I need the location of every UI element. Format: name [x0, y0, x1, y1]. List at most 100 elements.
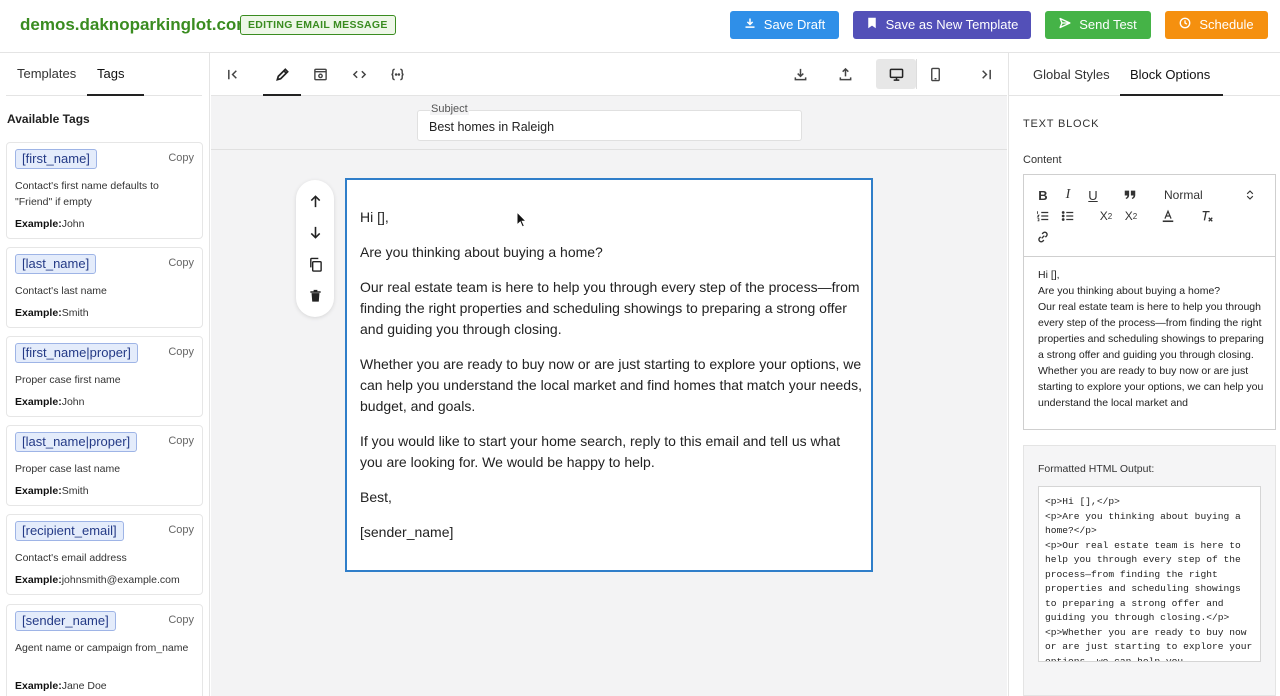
tag-example: Example:John [15, 218, 85, 230]
collapse-right-icon[interactable] [975, 64, 995, 84]
active-tab-indicator [1120, 94, 1223, 96]
bold-icon[interactable]: B [1034, 186, 1052, 204]
subject-area: Subject Best homes in Raleigh [211, 96, 1007, 150]
tag-description: Proper case last name [15, 463, 121, 475]
tag-chip: [first_name] [15, 149, 97, 169]
clear-format-icon[interactable] [1198, 207, 1216, 225]
subject-field[interactable]: Subject Best homes in Raleigh [417, 103, 802, 141]
save-draft-button[interactable]: Save Draft [730, 11, 839, 39]
email-paragraph: Are you thinking about buying a home? [360, 244, 603, 260]
email-paragraph: Best, [360, 489, 392, 505]
right-panel: Global Styles Block Options TEXT BLOCK C… [1008, 53, 1280, 696]
collapse-left-icon[interactable] [223, 64, 243, 84]
download-icon [744, 11, 756, 39]
send-test-label: Send Test [1079, 17, 1137, 32]
tag-card: [first_name|proper] Copy Proper case fir… [6, 336, 203, 417]
underline-icon[interactable]: U [1084, 186, 1102, 204]
send-icon [1059, 11, 1071, 39]
format-select-value: Normal [1164, 188, 1203, 202]
block-actions [296, 180, 334, 317]
format-select[interactable]: Normal [1164, 186, 1254, 204]
subject-value: Best homes in Raleigh [429, 120, 555, 134]
tag-card: [last_name] Copy Contact's last name Exa… [6, 247, 203, 328]
copy-tag-button[interactable]: Copy [168, 524, 194, 536]
clock-icon [1179, 11, 1191, 39]
italic-icon[interactable]: I [1059, 186, 1077, 204]
arrow-up-icon[interactable] [305, 191, 325, 211]
preview-icon[interactable] [310, 64, 330, 84]
tab-templates[interactable]: Templates [17, 66, 76, 81]
pencil-icon[interactable] [272, 64, 292, 84]
copy-tag-button[interactable]: Copy [168, 614, 194, 626]
superscript-icon[interactable]: X2 [1122, 207, 1140, 225]
copy-tag-button[interactable]: Copy [168, 435, 194, 447]
toolbar-divider [916, 59, 917, 89]
tab-block-options[interactable]: Block Options [1130, 67, 1210, 82]
tag-description: Contact's first name defaults to "Friend… [15, 180, 159, 208]
email-paragraph: Whether you are ready to buy now or are … [360, 356, 862, 414]
tag-example: Example:Smith [15, 307, 89, 319]
html-output-label: Formatted HTML Output: [1038, 463, 1155, 475]
section-title: TEXT BLOCK [1023, 118, 1100, 130]
upload-icon[interactable] [835, 64, 855, 84]
copy-tag-button[interactable]: Copy [168, 346, 194, 358]
select-arrows-icon [1246, 190, 1254, 200]
schedule-label: Schedule [1199, 17, 1254, 32]
tag-card: [sender_name] Copy Agent name or campaig… [6, 604, 203, 696]
blockquote-icon[interactable] [1121, 186, 1139, 204]
editor-content[interactable]: Hi [], Are you thinking about buying a h… [1038, 267, 1266, 427]
editor-canvas: Subject Best homes in Raleigh Hi [], Are… [211, 53, 1007, 696]
top-bar: demos.daknoparkinglot.com EDITING EMAIL … [0, 0, 1280, 53]
left-tabs: Templates Tags [6, 53, 202, 96]
tab-tags[interactable]: Tags [97, 66, 124, 81]
tag-chip: [sender_name] [15, 611, 116, 631]
tag-chip: [last_name] [15, 254, 97, 274]
email-paragraph: Our real estate team is here to help you… [360, 279, 860, 337]
braces-icon[interactable] [387, 64, 407, 84]
tag-card: [last_name|proper] Copy Proper case last… [6, 425, 203, 506]
desktop-icon[interactable] [886, 64, 906, 84]
copy-tag-button[interactable]: Copy [168, 257, 194, 269]
code-icon[interactable] [349, 64, 369, 84]
subject-label: Subject [430, 103, 469, 115]
send-test-button[interactable]: Send Test [1045, 11, 1151, 39]
tag-chip: [first_name|proper] [15, 343, 138, 363]
download-icon[interactable] [790, 64, 810, 84]
tag-card: [recipient_email] Copy Contact's email a… [6, 514, 203, 595]
tag-example: Example:John [15, 396, 85, 408]
html-output-panel: Formatted HTML Output: <p>Hi [],</p> <p>… [1023, 445, 1276, 696]
tab-global-styles[interactable]: Global Styles [1033, 67, 1110, 82]
mobile-icon[interactable] [925, 64, 945, 84]
tag-description: Contact's last name [15, 285, 107, 297]
bullet-list-icon[interactable] [1059, 207, 1077, 225]
text-color-icon[interactable] [1159, 207, 1177, 225]
tag-description: Agent name or campaign from_name [15, 642, 189, 654]
text-block-selected[interactable]: Hi [], Are you thinking about buying a h… [345, 178, 873, 572]
available-tags-heading: Available Tags [7, 112, 90, 126]
arrow-down-icon[interactable] [305, 222, 325, 242]
tag-example: Example:johnsmith@example.com [15, 574, 180, 586]
save-as-template-button[interactable]: Save as New Template [853, 11, 1031, 39]
subscript-icon[interactable]: X2 [1097, 207, 1115, 225]
schedule-button[interactable]: Schedule [1165, 11, 1268, 39]
tag-chip: [recipient_email] [15, 521, 124, 541]
ordered-list-icon[interactable] [1034, 207, 1052, 225]
site-domain: demos.daknoparkinglot.com [20, 15, 252, 34]
email-paragraph: If you would like to start your home sea… [360, 433, 841, 470]
email-paragraph: Hi [], [360, 209, 389, 225]
editor-text: Hi [], Are you thinking about buying a h… [1038, 269, 1264, 409]
rich-text-toolbar: B I U Normal X2 X2 [1024, 175, 1275, 257]
link-icon[interactable] [1034, 228, 1052, 246]
save-template-label: Save as New Template [885, 17, 1019, 32]
html-output-code[interactable]: <p>Hi [],</p> <p>Are you thinking about … [1038, 486, 1261, 662]
tag-chip: [last_name|proper] [15, 432, 138, 452]
editor-toolbar [211, 53, 1007, 96]
content-label: Content [1023, 154, 1062, 166]
email-paragraph: [sender_name] [360, 524, 454, 540]
copy-tag-button[interactable]: Copy [168, 152, 194, 164]
tag-description: Proper case first name [15, 374, 121, 386]
duplicate-icon[interactable] [305, 254, 325, 274]
trash-icon[interactable] [305, 285, 325, 305]
rich-text-editor: B I U Normal X2 X2 Hi [], Are you thinki… [1023, 174, 1276, 430]
bookmark-icon [866, 11, 878, 39]
